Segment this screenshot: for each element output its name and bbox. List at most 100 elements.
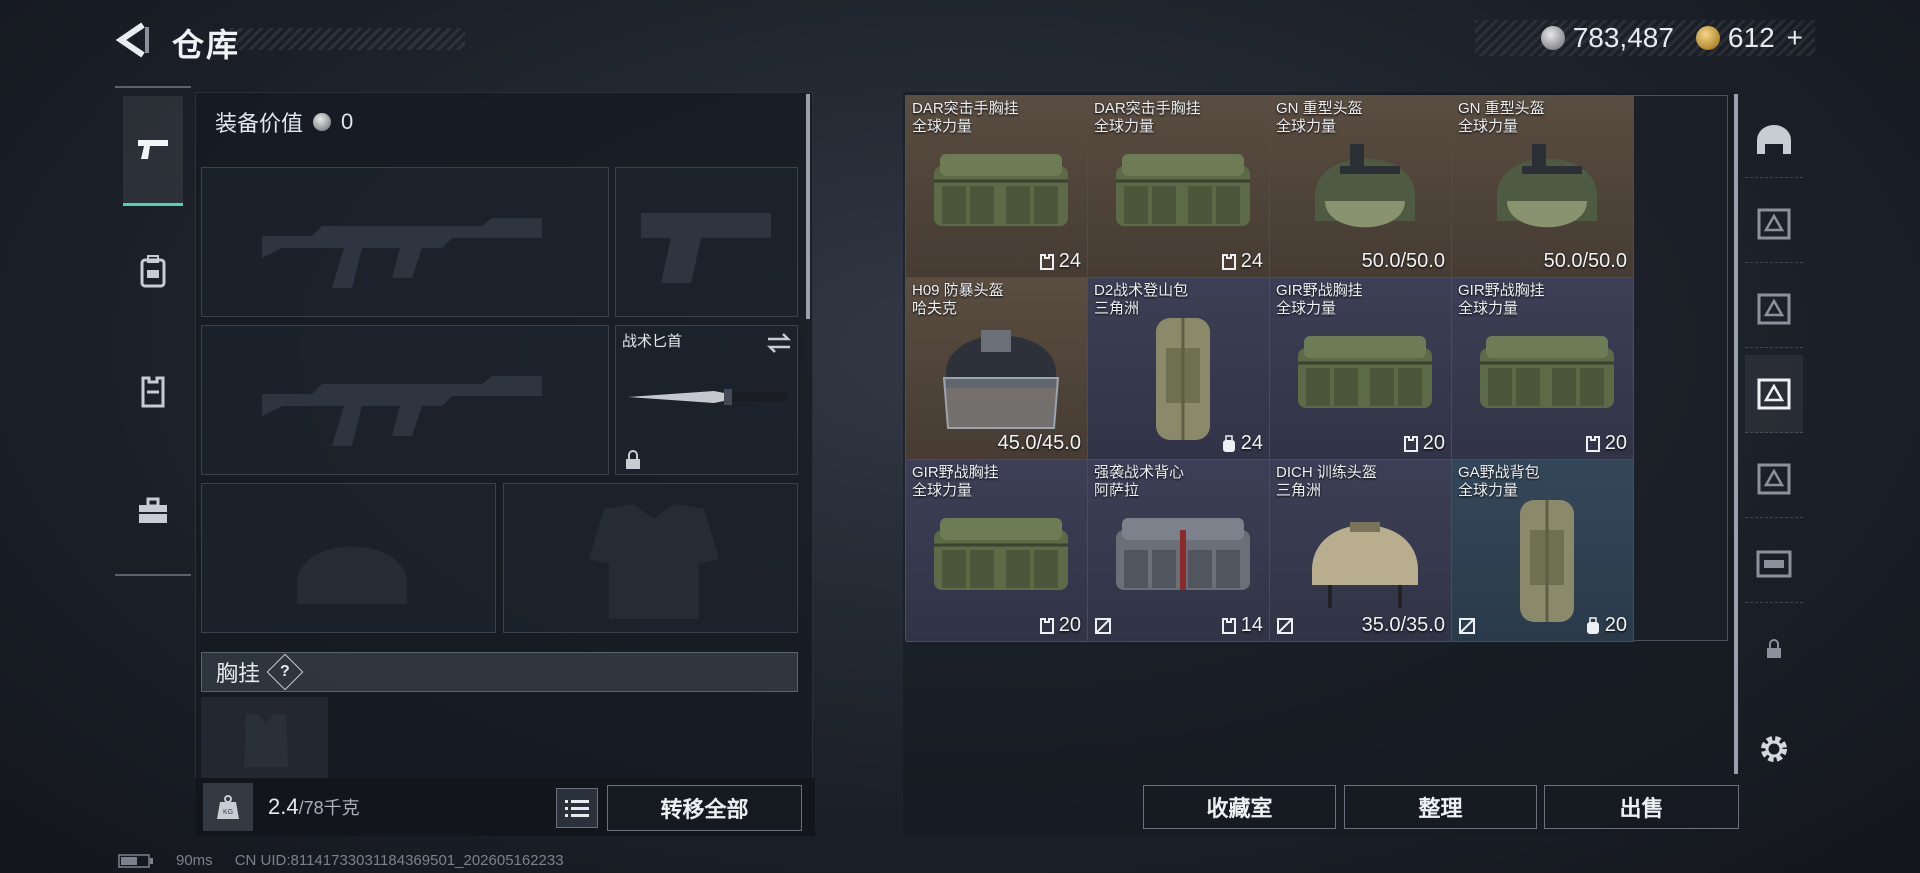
knife-slot[interactable]: 战术匕首 (615, 325, 798, 475)
nav-backpack[interactable] (123, 216, 183, 326)
title-decoration (230, 28, 465, 50)
stash-item[interactable]: GIR野战胸挂 全球力量 20 (906, 460, 1088, 642)
category-armor-3[interactable] (1745, 355, 1803, 433)
stash-item[interactable]: D2战术登山包 三角洲 24 (1088, 278, 1270, 460)
loadout-scrollbar[interactable] (806, 94, 810, 319)
gold-coin-icon (1695, 26, 1720, 50)
stash-item[interactable]: DAR突击手胸挂 全球力量 24 (1088, 96, 1270, 278)
chest-rig-label: 胸挂 (216, 661, 261, 686)
silver-coin-icon (313, 113, 332, 131)
pistol-icon (138, 139, 168, 159)
primary-weapon-slot[interactable] (201, 167, 609, 317)
item-faction: 阿萨拉 (1094, 482, 1140, 499)
stash-item[interactable]: GN 重型头盔 全球力量 50.0/50.0 (1452, 96, 1634, 278)
pistol-slot[interactable] (615, 167, 798, 317)
chest-rig-slot[interactable] (201, 697, 328, 779)
pistol-silhouette-icon (641, 213, 771, 283)
helmet-slot[interactable] (201, 483, 496, 633)
currency-bar: 783,487 612 + (1475, 20, 1815, 56)
stash-item[interactable]: GIR野战胸挂 全球力量 20 (1270, 278, 1452, 460)
item-value-text: 24 (1058, 250, 1081, 272)
item-value-text: 20 (1422, 432, 1445, 454)
knife-slot-label: 战术匕首 (622, 333, 683, 350)
list-view-button[interactable] (556, 788, 598, 828)
equip-value-label: 装备价值 (215, 111, 304, 136)
stash-item[interactable]: GIR野战胸挂 全球力量 20 (1452, 278, 1634, 460)
weight-current: 2.4 (268, 794, 299, 819)
add-currency-button[interactable]: + (1787, 22, 1803, 54)
rig-image (1290, 308, 1440, 443)
item-faction: 全球力量 (912, 482, 973, 499)
heavyhelmet-image (1290, 126, 1440, 261)
item-value-text: 50.0/50.0 (1361, 250, 1445, 272)
stash-grid: DAR突击手胸挂 全球力量 24 DAR突击手胸挂 全球力量 24 GN 重型头盔 全球力量 5… (905, 95, 1728, 642)
vest-capacity-icon (1221, 253, 1236, 270)
stash-item[interactable]: H09 防暴头盔 哈夫克 45.0/45.0 (906, 278, 1088, 460)
category-rigs[interactable] (1745, 525, 1803, 603)
sell-button[interactable]: 出售 (1544, 785, 1739, 829)
greyrig-image (1108, 490, 1258, 625)
status-bar: 90ms CN UID:81141733031184369501_2026051… (118, 852, 564, 869)
stash-item[interactable]: DICH 训练头盔 三角洲 35.0/35.0 (1270, 460, 1452, 642)
stash-scrollbar[interactable] (1734, 94, 1738, 774)
vest-capacity-icon (1039, 617, 1054, 634)
stash-item[interactable]: GA野战背包 全球力量 20 (1452, 460, 1634, 642)
stash-item[interactable]: DAR突击手胸挂 全球力量 24 (906, 96, 1088, 278)
item-faction: 三角洲 (1276, 482, 1322, 499)
armor-category-icon (1757, 463, 1791, 494)
item-value: 35.0/35.0 (1362, 614, 1445, 637)
item-value: 14 (1221, 614, 1263, 637)
backpack-capacity-icon (1586, 616, 1599, 634)
no-sell-icon (1459, 618, 1475, 634)
back-button[interactable] (112, 18, 152, 62)
stash-item[interactable]: 强袭战术背心 阿萨拉 14 (1088, 460, 1270, 642)
nav-armor[interactable] (123, 336, 183, 446)
rig-category-icon (1756, 550, 1792, 577)
lock-icon (626, 450, 640, 469)
collection-room-button[interactable]: 收藏室 (1143, 785, 1336, 829)
item-value: 20 (1585, 432, 1627, 455)
item-name: GN 重型头盔 (1458, 100, 1545, 117)
category-armor-2[interactable] (1745, 270, 1803, 348)
rig-silhouette-icon (244, 714, 288, 767)
tanhelmet-image (1290, 490, 1440, 625)
item-faction: 全球力量 (1458, 300, 1519, 317)
item-name: 强袭战术背心 (1094, 464, 1185, 481)
item-faction: 全球力量 (1094, 118, 1155, 135)
tallbag-image (1472, 490, 1622, 625)
item-name: GIR野战胸挂 (1276, 282, 1363, 299)
gold-currency-value: 612 (1727, 22, 1775, 53)
nav-weapons[interactable] (123, 96, 183, 206)
item-name: GIR野战胸挂 (1458, 282, 1545, 299)
stash-category-nav (1745, 90, 1803, 830)
item-faction: 全球力量 (1276, 118, 1337, 135)
settings-button[interactable] (1745, 710, 1803, 788)
rig-image (1472, 308, 1622, 443)
item-name: DAR突击手胸挂 (912, 100, 1019, 117)
item-value-text: 24 (1240, 432, 1263, 454)
weight-indicator: KG (203, 783, 253, 831)
secondary-weapon-slot[interactable] (201, 325, 609, 475)
silver-coin-icon (1540, 26, 1565, 50)
toolbox-icon (139, 497, 167, 523)
category-armor-1[interactable] (1745, 185, 1803, 263)
organize-button[interactable]: 整理 (1344, 785, 1537, 829)
item-value-text: 45.0/45.0 (997, 432, 1081, 454)
category-helmets[interactable] (1745, 100, 1803, 178)
nav-tools[interactable] (123, 456, 183, 566)
heavyhelmet-image (1472, 126, 1622, 261)
category-armor-4[interactable] (1745, 440, 1803, 518)
loadout-category-nav (115, 86, 191, 576)
stash-item[interactable]: GN 重型头盔 全球力量 50.0/50.0 (1270, 96, 1452, 278)
back-arrow-icon (115, 22, 149, 58)
armor-slot[interactable] (503, 483, 798, 633)
player-uid: CN UID:81141733031184369501_202605162233 (234, 852, 564, 869)
chest-rig-header: 胸挂 ? (201, 652, 798, 692)
transfer-all-button[interactable]: 转移全部 (607, 785, 802, 831)
battery-icon (118, 853, 153, 868)
helmet-silhouette-icon (297, 546, 407, 604)
category-locked[interactable] (1745, 610, 1803, 688)
swap-icon[interactable] (766, 332, 792, 354)
help-button[interactable]: ? (266, 653, 304, 691)
rifle-silhouette-icon (262, 376, 542, 446)
